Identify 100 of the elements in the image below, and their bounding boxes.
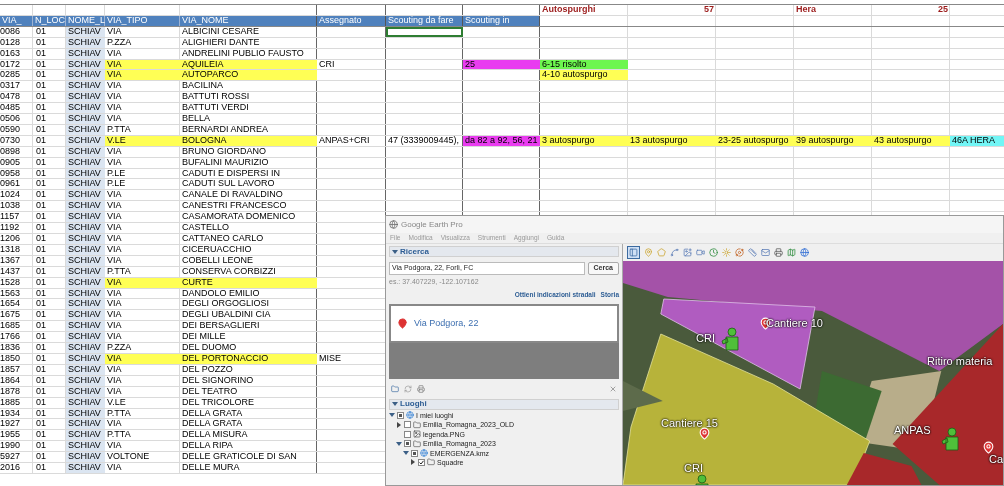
table-cell-text: 0506 bbox=[0, 114, 22, 124]
table-cell-text: ALIGHIERI DANTE bbox=[181, 37, 261, 48]
table-cell-text: VIA bbox=[106, 103, 123, 114]
table-cell: SCHIAV bbox=[66, 364, 105, 375]
refresh-icon[interactable] bbox=[404, 384, 412, 393]
table-cell-text: P.TTA bbox=[106, 266, 132, 277]
table-cell-text: 5927 bbox=[0, 452, 22, 463]
table-cell: SCHIAV bbox=[66, 146, 105, 157]
panel-header[interactable]: Luoghi bbox=[389, 398, 619, 410]
folder-icon[interactable] bbox=[391, 384, 399, 393]
person-icon[interactable] bbox=[721, 327, 741, 351]
table-cell-text: 01 bbox=[35, 419, 47, 430]
table-cell-text: 01 bbox=[35, 343, 47, 353]
table-cell: BOLOGNA bbox=[180, 135, 317, 146]
table-cell-text: 0128 bbox=[0, 37, 22, 48]
table-cell: da 82 a 92, 56, 21 bbox=[463, 135, 540, 146]
table-cell-text: CICERUACCHIO bbox=[181, 244, 253, 255]
caret-down-icon[interactable] bbox=[392, 248, 398, 255]
caret-right-icon[interactable] bbox=[410, 459, 416, 466]
caret-right-icon[interactable] bbox=[396, 421, 402, 428]
table-cell-text: 1038 bbox=[0, 201, 22, 212]
search-result[interactable]: Via Podgora, 22 bbox=[414, 316, 479, 330]
table-cell-text: 0086 bbox=[0, 26, 22, 37]
column-header: Scouting in bbox=[463, 15, 540, 26]
table-cell: SCHIAV bbox=[66, 168, 105, 179]
table-cell-text: 2016 bbox=[0, 463, 22, 473]
ruler-icon[interactable] bbox=[748, 248, 757, 257]
table-cell-text: 0898 bbox=[0, 146, 22, 157]
checkbox[interactable] bbox=[404, 421, 411, 429]
orbit-icon[interactable] bbox=[735, 248, 744, 257]
table-cell-text: DELLA RIPA bbox=[181, 441, 234, 452]
map-icon[interactable] bbox=[787, 248, 796, 257]
table-cell-text: DEL POZZO bbox=[181, 364, 234, 375]
clock-icon[interactable] bbox=[709, 248, 718, 257]
video-icon[interactable] bbox=[696, 248, 705, 257]
mail-icon[interactable] bbox=[761, 248, 770, 257]
table-cell-text: 47 (3339009445), bbox=[387, 135, 461, 146]
table-cell: SCHIAV bbox=[66, 332, 105, 343]
table-cell-text: DELLA GRATA bbox=[181, 408, 244, 419]
table-cell-text: 01 bbox=[35, 37, 47, 48]
table-cell: SCHIAV bbox=[66, 81, 105, 92]
table-cell-text: 1685 bbox=[0, 321, 22, 332]
table-cell-text: 0590 bbox=[0, 124, 22, 135]
print-icon[interactable] bbox=[774, 248, 783, 257]
table-cell-text: CASTELLO bbox=[181, 223, 231, 233]
table-cell-text: VIA bbox=[106, 255, 123, 266]
summary-count: 57 bbox=[703, 5, 715, 15]
table-cell-text: VIA bbox=[106, 419, 123, 430]
table-cell-text: 01 bbox=[35, 212, 47, 223]
checkbox[interactable] bbox=[418, 458, 425, 466]
table-cell-text: 01 bbox=[35, 255, 47, 266]
table-cell-text: CATTANEO CARLO bbox=[181, 234, 265, 244]
print-icon[interactable] bbox=[417, 384, 425, 393]
table-cell: SCHIAV bbox=[66, 288, 105, 299]
path-icon[interactable] bbox=[670, 248, 679, 257]
table-cell-text: DEL SIGNORINO bbox=[181, 375, 255, 386]
checkbox[interactable] bbox=[404, 430, 411, 438]
table-cell-text: VIA bbox=[106, 386, 123, 397]
table-cell: SCHIAV bbox=[66, 157, 105, 168]
table-cell-text: VIA bbox=[106, 463, 123, 473]
panel-header[interactable]: Ricerca bbox=[389, 246, 619, 257]
table-cell-text: VIA bbox=[106, 288, 123, 299]
satellite-map-drawing[interactable] bbox=[623, 261, 1003, 485]
table-cell-text: 1990 bbox=[0, 441, 22, 452]
table-cell-text: 01 bbox=[35, 277, 47, 288]
table-cell-text: V.LE bbox=[106, 397, 127, 408]
selected-cell[interactable] bbox=[386, 26, 463, 37]
table-cell-text: 0285 bbox=[0, 70, 22, 81]
table-cell-text: 01 bbox=[35, 146, 47, 157]
image-overlay-icon[interactable] bbox=[683, 248, 692, 257]
sidebar-toggle[interactable] bbox=[627, 246, 640, 259]
table-cell-text: CASAMORATA DOMENICO bbox=[181, 212, 297, 223]
table-cell: SCHIAV bbox=[66, 124, 105, 135]
table-cell-text: DELLA MISURA bbox=[181, 430, 249, 441]
table-cell-text: 01 bbox=[35, 124, 47, 135]
table-cell: SCHIAV bbox=[66, 48, 105, 59]
table-cell-text: VIA bbox=[106, 157, 123, 168]
table-cell-text: 01 bbox=[35, 397, 47, 408]
table-cell: CURTE bbox=[180, 277, 317, 288]
table-cell-text: 01 bbox=[35, 179, 47, 190]
table-cell-text: 1192 bbox=[0, 223, 21, 233]
folder-icon bbox=[413, 439, 421, 448]
table-cell: SCHIAV bbox=[66, 266, 105, 277]
table-cell-text: 01 bbox=[35, 430, 47, 441]
summary-label: Hera bbox=[795, 5, 817, 15]
table-cell-text: 0163 bbox=[0, 48, 22, 59]
close-icon[interactable] bbox=[609, 384, 617, 393]
table-cell-text: ANDRELINI PUBLIO FAUSTO bbox=[181, 48, 305, 59]
table-cell-text: 0317 bbox=[0, 81, 22, 92]
person-icon[interactable] bbox=[941, 427, 961, 451]
map-label: Cantiere 15 bbox=[661, 417, 718, 430]
globe-icon[interactable] bbox=[800, 248, 809, 257]
table-cell-text: 0961 bbox=[0, 179, 22, 190]
table-cell: SCHIAV bbox=[66, 441, 105, 452]
table-cell: SCHIAV bbox=[66, 234, 105, 244]
table-cell-text: BUFALINI MAURIZIO bbox=[181, 157, 270, 168]
table-cell-text: DEL TRICOLORE bbox=[181, 397, 256, 408]
table-cell-text: ALBICINI CESARE bbox=[181, 26, 261, 37]
table-cell-text: VIA bbox=[106, 146, 123, 157]
table-cell: SCHIAV bbox=[66, 408, 105, 419]
